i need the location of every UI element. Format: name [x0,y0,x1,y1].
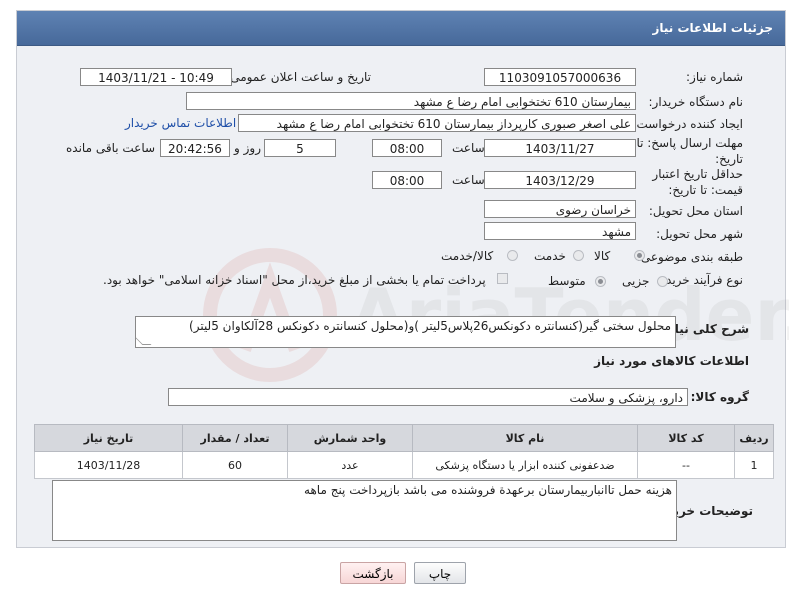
price-valid-date-field: 1403/12/29 [484,171,636,189]
goods-table: ردیف کد کالا نام کالا واحد شمارش تعداد /… [34,424,774,479]
buyer-org-field: بیمارستان 610 تختخوابی امام رضا ع مشهد [186,92,636,110]
announce-label: تاریخ و ساعت اعلان عمومی: [226,70,371,84]
cell-row-number: 1 [734,451,774,479]
col-header-row: ردیف [734,424,774,452]
need-number-label: شماره نیاز: [686,70,743,84]
need-number-field: 1103091057000636 [484,68,636,86]
category-radio-goods[interactable] [634,250,645,261]
buyer-notes-text: هزینه حمل تاانباربیمارستان برعهدة فروشند… [304,483,672,497]
announce-datetime-field: 1403/11/21 - 10:49 [80,68,232,86]
process-label: نوع فرآیند خرید : [658,273,743,287]
print-button[interactable]: چاپ [414,562,466,584]
deadline-time-label: ساعت [452,141,485,155]
col-header-date: تاریخ نیاز [34,424,183,452]
col-header-code: کد کالا [637,424,735,452]
buyer-org-label: نام دستگاه خریدار: [648,95,744,109]
treasury-payment-checkbox[interactable] [497,273,508,284]
page-title: جزئیات اطلاعات نیاز [652,21,773,35]
treasury-payment-note: پرداخت تمام یا بخشی از مبلغ خرید،از محل … [103,273,486,287]
table-row: 1 -- ضدعفونی کننده ابزار یا دستگاه پزشکی… [34,451,774,479]
cell-date: 1403/11/28 [34,451,183,479]
category-radio-goods-service[interactable] [507,250,518,261]
description-text: محلول سختی گیر(کنسانتره دکونکس26پلاس5لیت… [189,319,671,333]
description-textarea: محلول سختی گیر(کنسانتره دکونکس26پلاس5لیت… [135,316,676,348]
deadline-date-field: 1403/11/27 [484,139,636,157]
table-header-row: ردیف کد کالا نام کالا واحد شمارش تعداد /… [34,424,774,452]
creator-label: ایجاد کننده درخواست: [632,117,743,131]
days-remaining-field: 5 [264,139,336,157]
process-option-medium: متوسط [548,274,586,288]
price-valid-time-field: 08:00 [372,171,442,189]
category-label: طبقه بندی موضوعی: [636,250,743,264]
price-valid-time-label: ساعت [452,173,485,187]
goods-group-field: دارو، پزشکی و سلامت [168,388,688,406]
col-header-unit: واحد شمارش [287,424,413,452]
col-header-name: نام کالا [412,424,638,452]
buyer-notes-textarea: هزینه حمل تاانباربیمارستان برعهدة فروشند… [52,480,677,541]
category-option-goods: کالا [594,249,611,263]
deadline-time-field: 08:00 [372,139,442,157]
remaining-time-label: ساعت باقی مانده [66,141,156,155]
cell-name: ضدعفونی کننده ابزار یا دستگاه پزشکی [412,451,638,479]
category-option-service: خدمت [534,249,566,263]
process-option-minor: جزیی [622,274,650,288]
process-radio-medium[interactable] [595,276,606,287]
remaining-time-field: 20:42:56 [160,139,230,157]
cell-unit: عدد [287,451,413,479]
category-radio-service[interactable] [573,250,584,261]
days-label: روز و [234,141,261,155]
goods-section-title: اطلاعات کالاهای مورد نیاز [594,354,749,368]
back-button[interactable]: بازگشت [340,562,406,584]
province-label: استان محل تحویل: [648,204,743,218]
cell-code: -- [637,451,735,479]
buyer-contact-link[interactable]: اطلاعات تماس خریدار [125,116,236,130]
category-option-goods-service: کالا/خدمت [441,249,494,263]
goods-group-label: گروه کالا: [690,390,749,404]
city-field: مشهد [484,222,636,240]
province-field: خراسان رضوی [484,200,636,218]
creator-field: علی اصغر صبوری کارپرداز بیمارستان 610 تخ… [238,114,636,132]
col-header-qty: تعداد / مقدار [182,424,288,452]
city-label: شهر محل تحویل: [656,227,743,241]
deadline-label: مهلت ارسال پاسخ: تا تاریخ: [636,136,743,166]
price-valid-label: حداقل تاریخ اعتبار قیمت: تا تاریخ: [652,167,743,197]
cell-qty: 60 [182,451,288,479]
resize-grip-icon[interactable] [136,336,152,345]
process-radio-minor[interactable] [657,276,668,287]
panel-header: جزئیات اطلاعات نیاز [17,11,785,46]
